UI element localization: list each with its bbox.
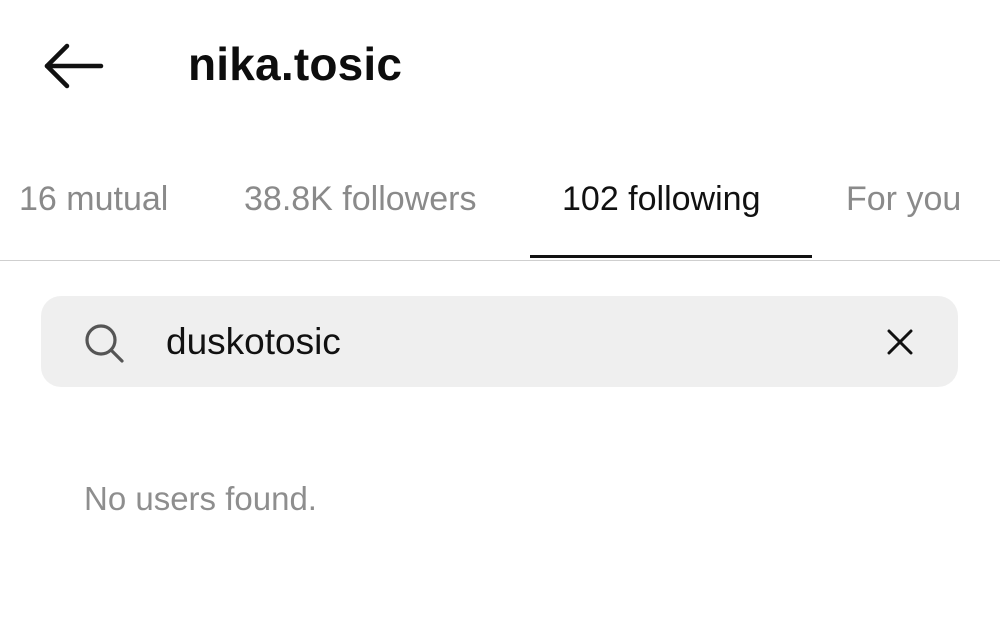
search-input[interactable] [166, 318, 846, 366]
clear-search-button[interactable] [878, 320, 922, 364]
top-bar: nika.tosic [0, 0, 1000, 130]
tab-mutual[interactable]: 16 mutual [19, 178, 168, 220]
active-tab-indicator [530, 255, 812, 258]
empty-results-message: No users found. [84, 480, 317, 517]
tab-for-you[interactable]: For you [846, 178, 961, 220]
profile-username: nika.tosic [188, 38, 403, 90]
tab-followers[interactable]: 38.8K followers [244, 178, 476, 220]
arrow-left-icon [44, 43, 104, 89]
back-button[interactable] [38, 38, 108, 94]
tab-bar: 16 mutual 38.8K followers 102 following … [0, 160, 1000, 261]
tab-following[interactable]: 102 following [562, 178, 760, 220]
search-icon [85, 324, 124, 363]
close-icon [887, 329, 913, 355]
